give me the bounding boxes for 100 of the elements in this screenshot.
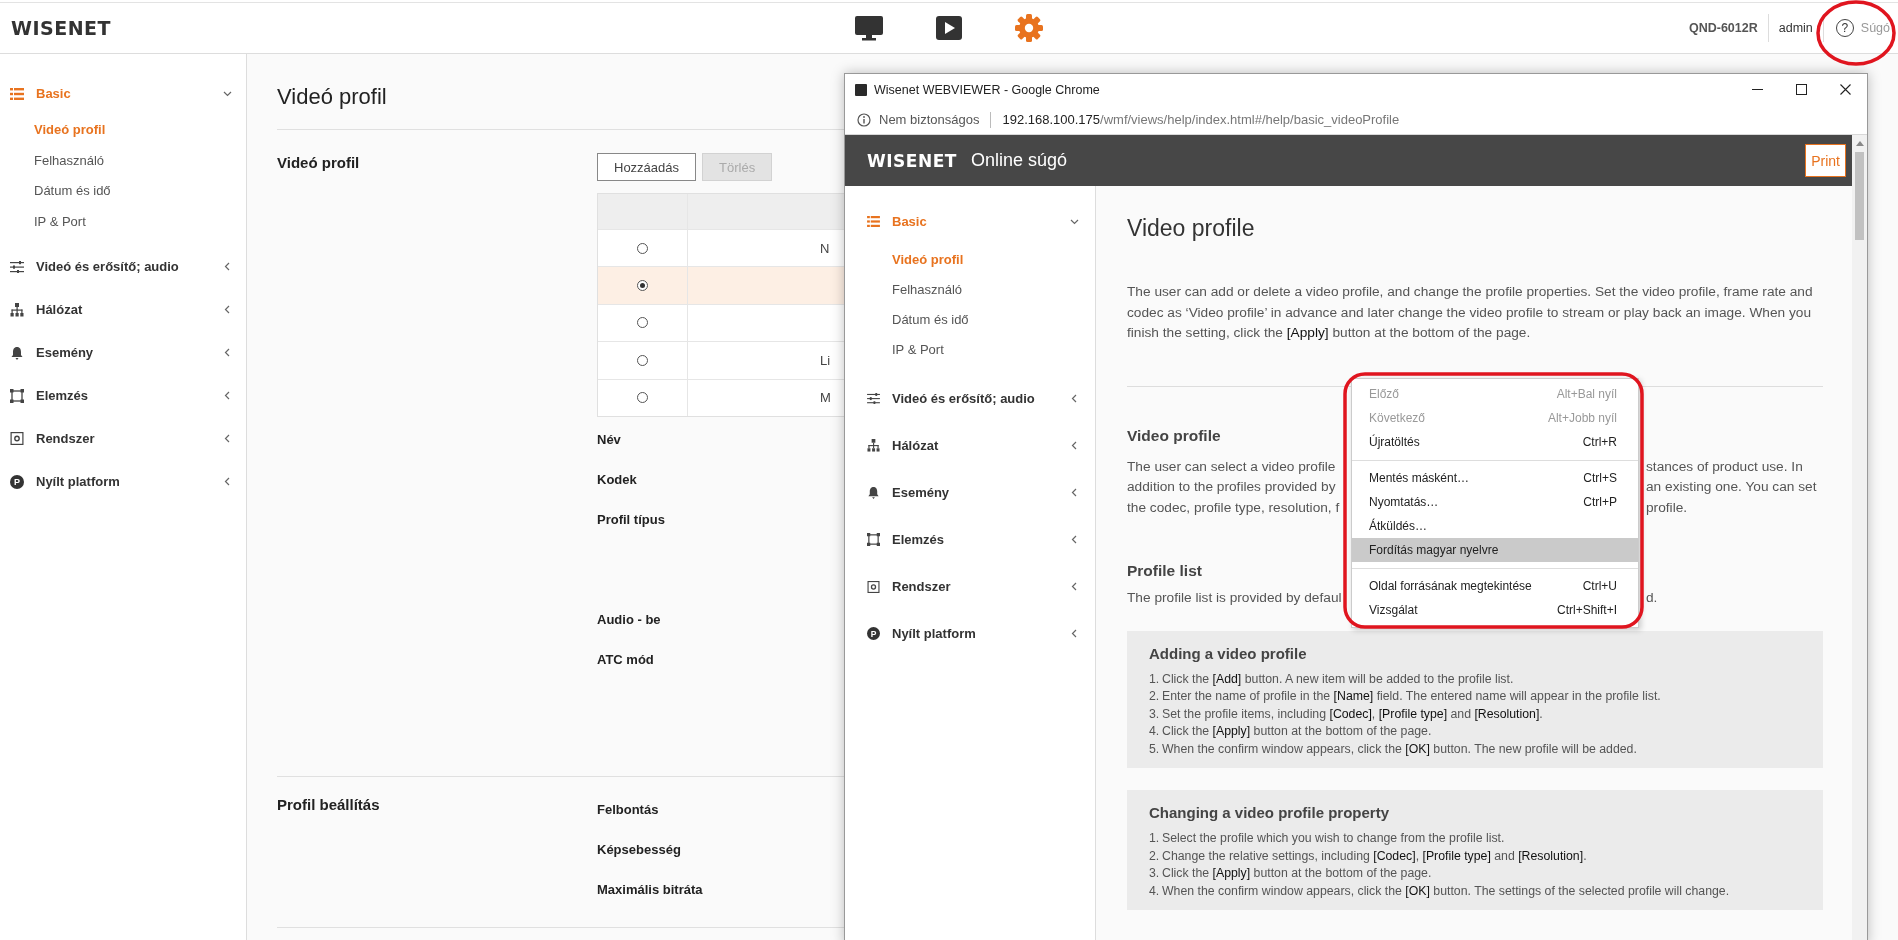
paragraph-text: addition to the profiles provided by xyxy=(1127,478,1336,496)
sidebar-group[interactable]: Hálózat xyxy=(845,422,1095,469)
menu-item[interactable]: Mentés másként… Ctrl+S xyxy=(1352,466,1638,490)
sidebar-group[interactable]: P Nyílt platform xyxy=(0,460,246,503)
sidebar-group[interactable]: Esemény xyxy=(0,331,246,374)
sidebar-group[interactable]: Elemzés xyxy=(845,516,1095,563)
radio-button[interactable] xyxy=(637,354,648,366)
maximize-icon[interactable] xyxy=(1796,84,1807,95)
step-text: When the confirm window appears, click the [OK] button. The new profile will be added. xyxy=(1162,740,1637,758)
sidebar-item[interactable]: Felhasználó xyxy=(0,145,246,176)
menu-item[interactable]: Oldal forrásának megtekintése Ctrl+U xyxy=(1352,574,1638,598)
play-icon[interactable] xyxy=(935,15,963,41)
window-title: Wisenet WEBVIEWER - Google Chrome xyxy=(874,82,1101,97)
help-page-title: Video profile xyxy=(1127,214,1256,243)
step-text: Click the [Apply] button at the bottom of the page. xyxy=(1162,723,1432,740)
chevron-icon xyxy=(1070,394,1079,403)
network-icon xyxy=(10,302,24,317)
shortcut-text: Alt+Jobb nyíl xyxy=(1547,411,1617,425)
system-icon xyxy=(867,580,880,593)
paragraph-text: profile. xyxy=(1646,498,1688,517)
section-heading: Video profile xyxy=(1127,425,1221,446)
field-label: ATC mód xyxy=(597,650,654,669)
frame-icon xyxy=(867,533,880,546)
menu-item[interactable]: Fordítás magyar nyelvre xyxy=(1352,538,1638,562)
radio-button[interactable] xyxy=(637,242,648,254)
box-title: Changing a video profile property xyxy=(1149,803,1391,823)
sidebar-group[interactable]: Rendszer xyxy=(0,417,246,460)
step-text: Click the [Add] button. A new item will be added to the profile list. xyxy=(1162,670,1514,688)
paragraph-text: stances of product use. In xyxy=(1646,457,1803,476)
sidebar-item[interactable]: Felhasználó xyxy=(845,275,1095,305)
info-icon[interactable] xyxy=(857,112,871,127)
field-label: Név xyxy=(597,432,621,448)
table-cell: M xyxy=(820,390,831,406)
list-icon xyxy=(867,216,880,227)
close-icon[interactable] xyxy=(1840,84,1851,95)
monitor-icon[interactable] xyxy=(854,15,884,41)
sidebar-group[interactable]: Elemzés xyxy=(0,374,246,417)
chevron-icon xyxy=(1070,441,1079,450)
step-text: Click the [Apply] button at the bottom of the page. xyxy=(1162,865,1432,882)
sliders-icon xyxy=(10,260,24,273)
sidebar-group[interactable]: Esemény xyxy=(845,469,1095,516)
step-number: 2. xyxy=(1149,847,1161,865)
shortcut-text: Alt+Bal nyíl xyxy=(1556,387,1617,401)
field-label: Maximális bitráta xyxy=(597,882,703,898)
chevron-icon xyxy=(223,434,232,443)
help-title: Online súgó xyxy=(970,150,1068,171)
menu-item[interactable]: Vizsgálat Ctrl+Shift+I xyxy=(1352,598,1638,622)
shortcut-text: Ctrl+U xyxy=(1582,579,1617,593)
paragraph-text: an existing one. You can set xyxy=(1646,478,1817,496)
add-button[interactable]: Hozzáadás xyxy=(597,153,697,181)
radio-button[interactable] xyxy=(637,392,648,404)
step-number: 1. xyxy=(1149,830,1161,847)
chevron-icon xyxy=(223,348,232,357)
section-heading: Profile list xyxy=(1127,561,1202,581)
step-number: 4. xyxy=(1149,882,1161,900)
section-label: Videó profil xyxy=(277,153,361,173)
frame-icon xyxy=(10,388,24,403)
sidebar-item[interactable]: IP & Port xyxy=(845,335,1095,365)
favicon-icon xyxy=(855,83,867,96)
menu-item[interactable]: Nyomtatás… Ctrl+P xyxy=(1352,490,1638,514)
sidebar-item[interactable]: Dátum és idő xyxy=(845,305,1095,335)
sidebar-group[interactable]: P Nyílt platform xyxy=(845,610,1095,657)
table-row[interactable]: M xyxy=(598,378,844,416)
sidebar-group[interactable]: Videó és erősítő; audio xyxy=(0,245,246,288)
step-number: 3. xyxy=(1149,705,1161,723)
scroll-thumb[interactable] xyxy=(1855,152,1864,240)
menu-item[interactable]: Újratöltés Ctrl+R xyxy=(1352,430,1638,454)
url-text: 192.168.100.175/wmf/views/help/index.html#/help/basic_videoProfile xyxy=(1002,112,1400,127)
scrollbar[interactable] xyxy=(1852,135,1867,940)
platform-icon: P xyxy=(867,627,880,640)
paragraph-text: The user can select a video profile xyxy=(1127,457,1336,476)
field-label: Profil típus xyxy=(597,510,665,529)
radio-button[interactable] xyxy=(637,280,648,292)
settings-icon[interactable] xyxy=(1014,13,1044,43)
step-number: 1. xyxy=(1149,670,1161,688)
step-number: 2. xyxy=(1149,688,1161,705)
paragraph-text: d. xyxy=(1646,589,1658,607)
shortcut-text: Ctrl+P xyxy=(1583,495,1617,509)
table-row[interactable]: Li xyxy=(598,341,844,379)
field-label: Audio - be xyxy=(597,612,661,628)
step-text: Change the relative settings, including [Codec], [Profile type] and [Resolution]. xyxy=(1162,847,1587,865)
wisenet-logo: WISENET xyxy=(867,150,957,171)
user-name[interactable]: admin xyxy=(1778,21,1813,35)
chevron-icon xyxy=(223,305,232,314)
step-number: 5. xyxy=(1149,740,1161,758)
menu-item[interactable]: Átküldés… xyxy=(1352,514,1638,538)
system-icon xyxy=(10,432,24,445)
chevron-icon xyxy=(1070,488,1079,497)
intro-paragraph: The user can add or delete a video profile, and change the profile properties. Set the video profile, frame rate and codec as ‘Video profile’ in advance and later change the video profile to stream or play back an image. When you finish the setting, click the [Apply] button at the bottom of the page. xyxy=(1127,283,1814,342)
field-label: Felbontás xyxy=(597,802,659,818)
sidebar-group[interactable]: Rendszer xyxy=(845,563,1095,610)
sidebar-item[interactable]: IP & Port xyxy=(0,206,246,237)
sidebar-item[interactable]: Dátum és idő xyxy=(0,176,246,207)
security-label: Nem biztonságos xyxy=(879,112,980,127)
sidebar-group[interactable]: Videó és erősítő; audio xyxy=(845,375,1095,422)
table-row[interactable]: N xyxy=(598,229,844,267)
sidebar-group[interactable]: Hálózat xyxy=(0,288,246,331)
chevron-icon xyxy=(223,89,232,98)
scroll-up-icon[interactable] xyxy=(1855,141,1864,146)
radio-button[interactable] xyxy=(637,317,648,329)
